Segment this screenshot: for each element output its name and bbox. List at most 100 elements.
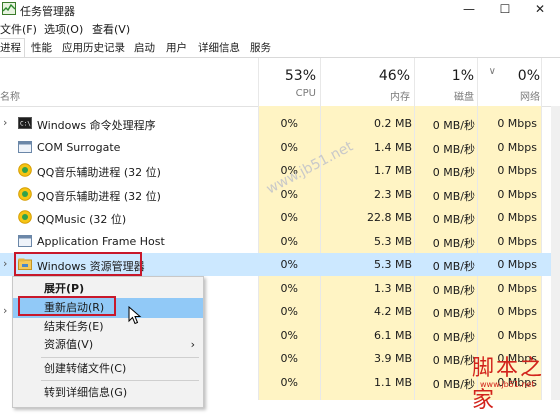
cell-disk: 0 MB/秒 <box>432 283 475 297</box>
context-separator <box>41 357 199 358</box>
submenu-arrow-icon: › <box>190 338 195 351</box>
process-name: QQ音乐辅助进程 (32 位) <box>37 166 161 179</box>
cell-mem: 1.4 MB <box>373 140 412 154</box>
cell-cpu: 0% <box>280 281 298 295</box>
tab-services[interactable]: 服务 <box>246 38 275 57</box>
title-bar: 任务管理器 — ☐ ✕ <box>0 0 560 19</box>
cell-cpu: 0% <box>280 352 298 365</box>
menu-bar: 文件(F) 选项(O) 查看(V) <box>0 19 560 37</box>
brand-url: www.jb51.net <box>480 380 535 389</box>
cell-net: 0 Mbps <box>497 258 537 271</box>
mouse-cursor-icon <box>128 306 142 325</box>
memory-percent[interactable]: 46% <box>379 68 410 84</box>
sort-chevron-icon[interactable]: ∨ <box>489 66 496 77</box>
table-row[interactable]: › C:\ Windows 命令处理程序 0% 0.2 MB 0 MB/秒 0 Mbps <box>0 112 560 135</box>
table-row[interactable]: Application Frame Host 0% 5.3 MB 0 MB/秒 0 Mb… <box>0 230 560 253</box>
context-create-dump-label: 创建转储文件(C) <box>44 362 127 375</box>
process-name: Windows 命令处理程序 <box>37 119 156 132</box>
tab-details[interactable]: 详细信息 <box>194 38 244 57</box>
tab-processes[interactable]: 进程 <box>0 38 25 57</box>
context-go-to-details[interactable]: 转到详细信息(G) <box>13 383 203 403</box>
cell-disk: 0 MB/秒 <box>432 260 475 273</box>
cell-mem: 1.3 MB <box>373 281 412 295</box>
network-label[interactable]: 网络 <box>520 88 540 103</box>
cell-net: 0 Mbps <box>497 281 537 295</box>
cell-disk: 0 MB/秒 <box>432 213 475 226</box>
context-resource-values-label: 资源值(V) <box>44 338 94 351</box>
menu-options[interactable]: 选项(O) <box>44 21 83 37</box>
svg-text:C:\: C:\ <box>20 121 31 128</box>
process-name: QQ音乐辅助进程 (32 位) <box>37 189 161 203</box>
cell-net: 0 Mbps <box>497 211 537 224</box>
cell-cpu: 0% <box>280 328 298 342</box>
tab-app-history[interactable]: 应用历史记录 <box>58 38 129 57</box>
cell-cpu: 0% <box>280 234 298 248</box>
window-icon <box>18 234 32 247</box>
cell-cpu: 0% <box>280 305 298 318</box>
cell-disk: 0 MB/秒 <box>432 377 475 391</box>
cpu-label[interactable]: CPU <box>296 88 316 99</box>
process-name: COM Surrogate <box>37 140 121 154</box>
tab-bar: 进程 性能 应用历史记录 启动 用户 详细信息 服务 <box>0 38 560 58</box>
column-header: 名称 53% CPU 46% 内存 1% 磁盘 ∨ 0% 网络 <box>0 58 560 107</box>
close-button[interactable]: ✕ <box>522 0 558 19</box>
highlight-box-explorer <box>14 252 142 276</box>
cell-disk: 0 MB/秒 <box>432 307 475 320</box>
network-percent[interactable]: 0% <box>518 68 540 84</box>
cell-disk: 0 MB/秒 <box>432 189 475 203</box>
task-manager-icon <box>2 2 16 15</box>
context-go-to-details-label: 转到详细信息(G) <box>44 386 128 399</box>
minimize-button[interactable]: — <box>451 0 487 19</box>
memory-label[interactable]: 内存 <box>390 88 410 103</box>
table-row[interactable]: QQMusic (32 位) 0% 22.8 MB 0 MB/秒 0 Mbps <box>0 206 560 229</box>
disk-label[interactable]: 磁盘 <box>454 88 474 103</box>
cell-mem: 3.9 MB <box>373 352 412 365</box>
context-end-task-label: 结束任务(E) <box>44 320 104 333</box>
cell-disk: 0 MB/秒 <box>432 166 475 179</box>
cell-mem: 22.8 MB <box>366 211 412 224</box>
context-resource-values[interactable]: 资源值(V) › <box>13 335 203 355</box>
cell-disk: 0 MB/秒 <box>432 236 475 250</box>
cell-net: 0 Mbps <box>497 117 537 130</box>
qqmusic-icon <box>18 210 32 224</box>
expand-chevron-icon[interactable]: › <box>3 304 7 317</box>
process-name: Application Frame Host <box>37 234 165 248</box>
qqmusic-icon <box>18 186 32 201</box>
cpu-percent[interactable]: 53% <box>285 68 316 84</box>
expand-chevron-icon[interactable]: › <box>3 116 7 129</box>
table-row[interactable]: COM Surrogate 0% 1.4 MB 0 MB/秒 0 Mbps <box>0 136 560 159</box>
disk-percent[interactable]: 1% <box>452 68 474 84</box>
tab-startup[interactable]: 启动 <box>130 38 159 57</box>
cell-mem: 5.3 MB <box>373 234 412 248</box>
cell-net: 0 Mbps <box>497 305 537 318</box>
cell-cpu: 0% <box>280 140 298 154</box>
cell-disk: 0 MB/秒 <box>432 330 475 344</box>
context-separator <box>41 380 199 381</box>
tab-performance[interactable]: 性能 <box>27 38 56 57</box>
cell-mem: 1.1 MB <box>373 375 412 389</box>
cell-cpu: 0% <box>280 211 298 224</box>
cell-cpu: 0% <box>280 375 298 389</box>
cell-disk: 0 MB/秒 <box>432 119 475 132</box>
column-name[interactable]: 名称 <box>0 88 20 103</box>
context-expand-label: 展开(P) <box>44 282 85 295</box>
cell-net: 0 Mbps <box>497 328 537 342</box>
maximize-button[interactable]: ☐ <box>487 0 523 19</box>
highlight-box-restart <box>18 296 116 316</box>
cell-disk: 0 MB/秒 <box>432 354 475 367</box>
cell-net: 0 Mbps <box>497 187 537 201</box>
context-end-task[interactable]: 结束任务(E) <box>13 317 203 337</box>
window-title: 任务管理器 <box>20 5 75 18</box>
menu-view[interactable]: 查看(V) <box>92 21 130 37</box>
menu-file[interactable]: 文件(F) <box>0 21 37 37</box>
cell-cpu: 0% <box>280 258 298 271</box>
tab-users[interactable]: 用户 <box>162 38 191 57</box>
expand-chevron-icon[interactable]: › <box>3 257 7 270</box>
cell-mem: 5.3 MB <box>373 258 412 271</box>
cell-mem: 0.2 MB <box>373 117 412 130</box>
cmd-icon: C:\ <box>18 117 32 129</box>
cell-net: 0 Mbps <box>497 140 537 154</box>
cell-net: 0 Mbps <box>497 234 537 248</box>
context-create-dump[interactable]: 创建转储文件(C) <box>13 359 203 379</box>
window-icon <box>18 140 32 153</box>
